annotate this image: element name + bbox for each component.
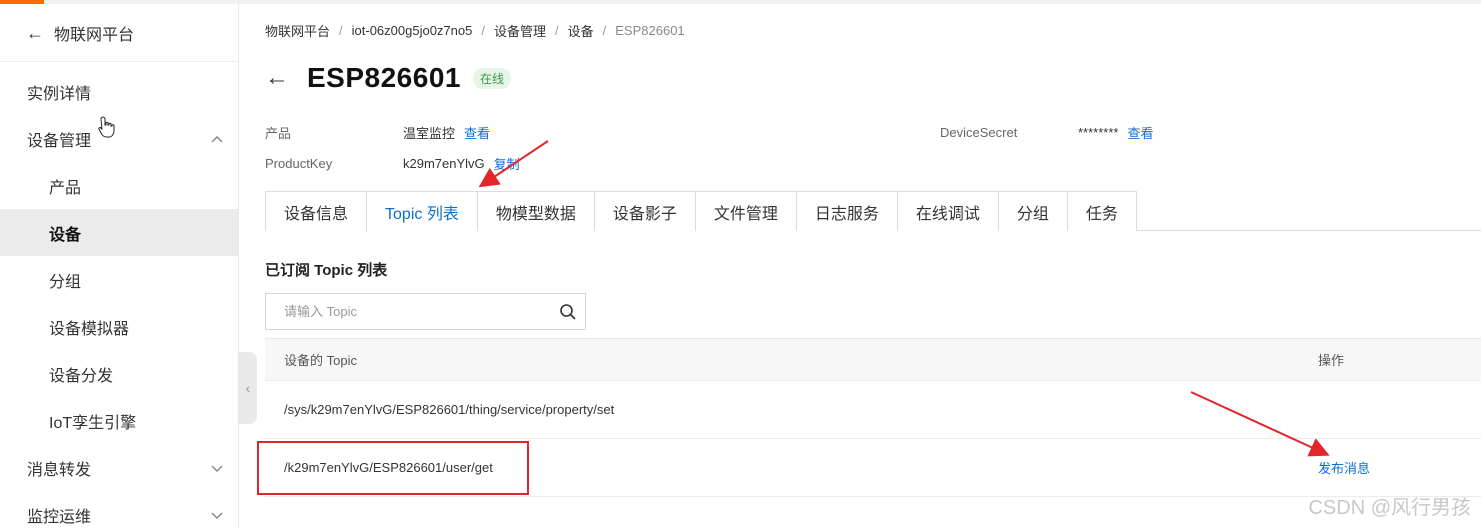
table-row: /sys/k29m7enYlvG/ESP826601/thing/service… bbox=[265, 381, 1481, 439]
column-header-topic: 设备的 Topic bbox=[284, 353, 357, 368]
sidebar-item-monitoring-ops[interactable]: 监控运维 bbox=[0, 491, 238, 528]
publish-message-link[interactable]: 发布消息 bbox=[1318, 458, 1370, 477]
sidebar-back-link[interactable]: ← 物联网平台 bbox=[0, 4, 238, 62]
chevron-up-icon bbox=[210, 132, 224, 146]
breadcrumb-item[interactable]: 设备管理 bbox=[494, 21, 546, 40]
column-header-actions: 操作 bbox=[1318, 353, 1345, 368]
sidebar-item-iot-twin-engine[interactable]: IoT孪生引擎 bbox=[0, 397, 238, 444]
breadcrumb-item[interactable]: iot-06z00g5jo0z7no5 bbox=[352, 23, 473, 38]
device-secret-label: DeviceSecret bbox=[940, 125, 1018, 140]
sidebar-item-device-simulator[interactable]: 设备模拟器 bbox=[0, 303, 238, 350]
product-label: 产品 bbox=[265, 126, 292, 141]
sidebar-item-devices[interactable]: 设备 bbox=[0, 209, 238, 256]
sidebar-item-label: 实例详情 bbox=[27, 85, 92, 103]
sidebar-back-label: 物联网平台 bbox=[54, 26, 135, 44]
chevron-down-icon bbox=[210, 461, 224, 475]
breadcrumb-item[interactable]: 设备 bbox=[568, 21, 594, 40]
topic-search-input[interactable] bbox=[284, 304, 544, 319]
sidebar-item-label: 消息转发 bbox=[27, 461, 92, 479]
section-title: 已订阅 Topic 列表 bbox=[265, 262, 388, 279]
product-value: 温室监控 bbox=[403, 126, 456, 141]
tab-device-info[interactable]: 设备信息 bbox=[265, 191, 367, 231]
tab-online-debug[interactable]: 在线调试 bbox=[896, 191, 998, 231]
info-row-product: 产品 温室监控 查看 bbox=[265, 123, 490, 142]
sidebar-item-device-distribution[interactable]: 设备分发 bbox=[0, 350, 238, 397]
page-title: ESP826601 bbox=[307, 62, 461, 93]
sidebar-item-message-forwarding[interactable]: 消息转发 bbox=[0, 444, 238, 491]
chevron-down-icon bbox=[210, 508, 224, 522]
status-badge: 在线 bbox=[472, 67, 511, 89]
breadcrumb-separator: / bbox=[602, 23, 607, 38]
view-product-link[interactable]: 查看 bbox=[464, 123, 490, 142]
tab-file-management[interactable]: 文件管理 bbox=[694, 191, 796, 231]
breadcrumb-current: ESP826601 bbox=[615, 23, 685, 38]
sidebar-item-instance-details[interactable]: 实例详情 bbox=[0, 68, 238, 115]
breadcrumb-separator: / bbox=[481, 23, 485, 38]
sidebar-item-products[interactable]: 产品 bbox=[0, 162, 238, 209]
sidebar-item-label: 分组 bbox=[49, 273, 82, 291]
sidebar-item-label: 设备模拟器 bbox=[49, 320, 130, 338]
arrow-left-icon: ← bbox=[26, 22, 44, 43]
watermark: CSDN @风行男孩 bbox=[1308, 497, 1471, 519]
table-header: 设备的 Topic 操作 bbox=[265, 338, 1481, 381]
breadcrumb-separator: / bbox=[339, 23, 343, 38]
topic-cell: /sys/k29m7enYlvG/ESP826601/thing/service… bbox=[284, 402, 615, 417]
chevron-left-icon: ‹ bbox=[245, 380, 251, 396]
view-secret-link[interactable]: 查看 bbox=[1127, 123, 1153, 142]
breadcrumb-separator: / bbox=[555, 23, 559, 38]
tab-thing-model-data[interactable]: 物模型数据 bbox=[476, 191, 594, 231]
annotation-highlight-box bbox=[257, 441, 529, 495]
breadcrumb: 物联网平台 / iot-06z00g5jo0z7no5 / 设备管理 / 设备 … bbox=[265, 21, 685, 40]
tab-device-shadow[interactable]: 设备影子 bbox=[593, 191, 695, 231]
info-row-productkey: ProductKey k29m7enYlvG 复制 bbox=[265, 154, 520, 173]
sidebar-collapse-handle[interactable]: ‹ bbox=[239, 352, 257, 424]
sidebar-item-groups[interactable]: 分组 bbox=[0, 256, 238, 303]
sidebar-item-label: 设备管理 bbox=[27, 132, 92, 150]
breadcrumb-item[interactable]: 物联网平台 bbox=[265, 21, 330, 40]
sidebar-item-label: 产品 bbox=[49, 179, 82, 197]
device-secret-value: ******** bbox=[1078, 125, 1119, 140]
copy-productkey-link[interactable]: 复制 bbox=[494, 154, 520, 173]
back-arrow-icon[interactable]: ← bbox=[265, 66, 289, 90]
productkey-label: ProductKey bbox=[265, 156, 333, 171]
sidebar-item-label: 监控运维 bbox=[27, 508, 92, 526]
tab-tasks[interactable]: 任务 bbox=[1066, 191, 1137, 231]
hand-cursor-icon bbox=[98, 116, 115, 138]
sidebar-item-label: 设备 bbox=[49, 226, 82, 244]
sidebar-item-label: IoT孪生引擎 bbox=[49, 414, 137, 432]
topic-search-box bbox=[265, 293, 586, 330]
tab-bar: 设备信息 Topic 列表 物模型数据 设备影子 文件管理 日志服务 在线调试 … bbox=[265, 191, 1481, 232]
page-header: ← ESP826601 在线 bbox=[265, 62, 511, 94]
tab-topic-list[interactable]: Topic 列表 bbox=[366, 191, 477, 232]
tab-log-service[interactable]: 日志服务 bbox=[795, 191, 897, 231]
sidebar: ← 物联网平台 实例详情 设备管理 产品 设备 分组 设备模拟器 设备分发 Io… bbox=[0, 4, 239, 528]
search-icon[interactable] bbox=[559, 303, 577, 321]
productkey-value: k29m7enYlvG bbox=[403, 156, 485, 171]
sidebar-item-label: 设备分发 bbox=[49, 367, 114, 385]
info-row-secret: DeviceSecret ******** 查看 bbox=[940, 123, 1154, 142]
tab-groups[interactable]: 分组 bbox=[997, 191, 1067, 231]
sidebar-item-device-management[interactable]: 设备管理 bbox=[0, 115, 238, 162]
